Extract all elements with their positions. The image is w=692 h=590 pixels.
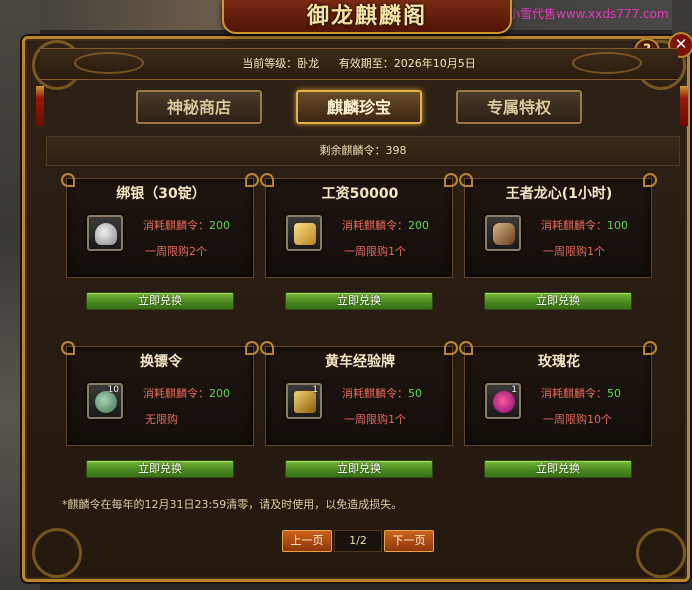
- stack-count: 10: [107, 385, 119, 395]
- item-name: 玫瑰花: [538, 354, 580, 370]
- pagination: 上一页 1/2 下一页: [282, 530, 436, 554]
- next-page-button[interactable]: 下一页: [384, 530, 434, 552]
- tab-qilin-treasure[interactable]: 麒麟珍宝: [296, 90, 422, 124]
- item-cost: 消耗麒麟令：50: [342, 385, 422, 401]
- token-expiry-note: *麒麟令在每年的12月31日23:59清零，请及时使用，以免造成损失。: [62, 498, 403, 511]
- tab-bar: 神秘商店 麒麟珍宝 专属特权: [40, 90, 678, 126]
- redeem-button[interactable]: 立即兑换: [484, 292, 632, 310]
- item-cost: 消耗麒麟令：200: [143, 385, 230, 401]
- item-card: 工资50000 消耗麒麟令：200 一周限购1个: [260, 173, 458, 278]
- cost-label: 消耗麒麟令：: [541, 219, 607, 232]
- item-card: 绑银（30锭） 消耗麒麟令：200 一周限购2个: [61, 173, 259, 278]
- ornament-bottom-right: [636, 528, 686, 578]
- current-level-text: 当前等级：卧龙: [242, 57, 320, 70]
- expiry-date-text: 有效期至：2026年10月5日: [338, 57, 476, 70]
- cloud-ornament-right-icon: [572, 52, 642, 74]
- item-cost: 消耗麒麟令：100: [541, 217, 628, 233]
- title-banner: 御龙麒麟阁: [222, 0, 512, 34]
- cost-label: 消耗麒麟令：: [143, 387, 209, 400]
- page-indicator: 1/2: [334, 530, 382, 552]
- redeem-button[interactable]: 立即兑换: [484, 460, 632, 478]
- cost-value: 100: [607, 219, 628, 232]
- item-name: 王者龙心(1小时): [505, 186, 613, 202]
- watermark-text: 小雪代售www.xxds777.com: [508, 7, 669, 21]
- dragon-heart-icon[interactable]: [485, 215, 521, 251]
- window-title: 御龙麒麟阁: [306, 3, 427, 29]
- item-card: 换镖令 10 消耗麒麟令：200 无限购: [61, 341, 259, 446]
- salary-scroll-icon[interactable]: [286, 215, 322, 251]
- purchase-limit: 一周限购10个: [543, 413, 612, 426]
- escort-token-icon[interactable]: 10: [87, 383, 123, 419]
- item-name: 黄车经验牌: [325, 354, 395, 370]
- silver-ingot-icon[interactable]: [87, 215, 123, 251]
- purchase-limit: 一周限购1个: [344, 413, 406, 426]
- item-card: 王者龙心(1小时) 消耗麒麟令：100 一周限购1个: [459, 173, 657, 278]
- exp-cart-icon[interactable]: 1: [286, 383, 322, 419]
- purchase-limit: 无限购: [145, 413, 178, 426]
- item-cost: 消耗麒麟令：200: [143, 217, 230, 233]
- item-name: 换镖令: [140, 354, 182, 370]
- redeem-button[interactable]: 立即兑换: [86, 460, 234, 478]
- item-name: 绑银（30锭）: [116, 186, 206, 202]
- redeem-button[interactable]: 立即兑换: [86, 292, 234, 310]
- purchase-limit: 一周限购1个: [543, 245, 605, 258]
- salary-scroll-shape: [294, 223, 316, 245]
- purchase-limit: 一周限购2个: [145, 245, 207, 258]
- tab-exclusive-privilege[interactable]: 专属特权: [456, 90, 582, 124]
- tab-mystery-shop[interactable]: 神秘商店: [136, 90, 262, 124]
- cost-label: 消耗麒麟令：: [541, 387, 607, 400]
- cost-value: 200: [408, 219, 429, 232]
- item-card: 黄车经验牌 1 消耗麒麟令：50 一周限购1个: [260, 341, 458, 446]
- cost-label: 消耗麒麟令：: [342, 219, 408, 232]
- redeem-button[interactable]: 立即兑换: [285, 460, 433, 478]
- redeem-button[interactable]: 立即兑换: [285, 292, 433, 310]
- prev-page-button[interactable]: 上一页: [282, 530, 332, 552]
- cost-value: 50: [607, 387, 621, 400]
- item-cost: 消耗麒麟令：200: [342, 217, 429, 233]
- item-cost: 消耗麒麟令：50: [541, 385, 621, 401]
- cost-value: 50: [408, 387, 422, 400]
- silver-ingot-shape: [95, 223, 117, 245]
- purchase-limit: 一周限购1个: [344, 245, 406, 258]
- item-card: 玫瑰花 1 消耗麒麟令：50 一周限购10个: [459, 341, 657, 446]
- cost-label: 消耗麒麟令：: [143, 219, 209, 232]
- rose-icon[interactable]: 1: [485, 383, 521, 419]
- cost-value: 200: [209, 387, 230, 400]
- stack-count: 1: [312, 385, 318, 395]
- cost-label: 消耗麒麟令：: [342, 387, 408, 400]
- stack-count: 1: [511, 385, 517, 395]
- right-tassel-decoration: [680, 86, 688, 126]
- dragon-heart-shape: [493, 223, 515, 245]
- item-name: 工资50000: [321, 186, 399, 202]
- cost-value: 200: [209, 219, 230, 232]
- remaining-tokens: 剩余麒麟令：398: [46, 136, 680, 166]
- ornament-bottom-left: [32, 528, 82, 578]
- cloud-ornament-left-icon: [74, 52, 144, 74]
